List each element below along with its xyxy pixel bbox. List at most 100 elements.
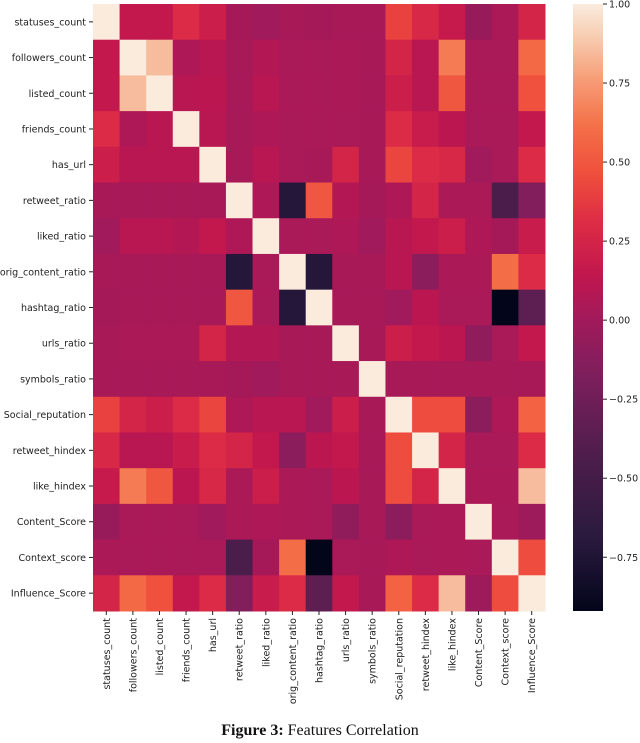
heatmap-cell-Context_score-friends_count [172, 539, 200, 576]
heatmap-cell-liked_ratio-urls_ratio [332, 218, 360, 255]
heatmap-cell-Content_Score-listed_count [146, 503, 174, 541]
row-label: followers_count [12, 53, 87, 64]
heatmap-cell-urls_ratio-Social_reputation [385, 325, 413, 362]
heatmap-cell-Social_reputation-friends_count [172, 396, 200, 433]
row-label: orig_content_ratio [0, 267, 86, 278]
heatmap-cell-like_hindex-like_hindex [438, 468, 466, 505]
heatmap-cell-urls_ratio-friends_count [172, 325, 200, 362]
heatmap-cell-orig_content_ratio-Context_score [491, 253, 519, 291]
heatmap-cell-Context_score-Context_score [491, 539, 519, 576]
column-label: Influence_Score [527, 618, 538, 693]
heatmap-cell-like_hindex-hashtag_ratio [305, 468, 333, 505]
heatmap-cell-Social_reputation-retweet_hindex [412, 396, 440, 433]
heatmap-cell-retweet_hindex-liked_ratio [252, 432, 280, 469]
heatmap-cell-orig_content_ratio-retweet_hindex [412, 253, 440, 291]
heatmap-cell-followers_count-statuses_count [93, 39, 121, 76]
heatmap-cell-Content_Score-orig_content_ratio [279, 503, 307, 541]
heatmap-cell-has_url-Context_score [491, 146, 519, 184]
heatmap-cell-Social_reputation-liked_ratio [252, 396, 280, 433]
heatmap-cell-liked_ratio-Social_reputation [385, 218, 413, 255]
heatmap-cell-retweet_ratio-symbols_ratio [358, 182, 386, 219]
heatmap-cell-Context_score-retweet_ratio [225, 539, 254, 576]
colorbar-tick-label: −0.25 [609, 395, 638, 406]
heatmap-cell-Content_Score-has_url [199, 503, 227, 541]
heatmap-cell-symbols_ratio-Social_reputation [385, 361, 413, 398]
heatmap-cell-liked_ratio-friends_count [172, 218, 200, 255]
heatmap-cell-statuses_count-listed_count [146, 4, 174, 41]
heatmap-cell-has_url-Social_reputation [385, 146, 413, 184]
heatmap-cell-Content_Score-friends_count [172, 503, 200, 541]
heatmap-cell-urls_ratio-hashtag_ratio [305, 325, 333, 362]
heatmap-cell-followers_count-like_hindex [438, 39, 466, 76]
heatmap-cell-orig_content_ratio-has_url [199, 253, 227, 291]
heatmap-cell-like_hindex-followers_count [119, 468, 147, 505]
heatmap-cell-retweet_hindex-retweet_ratio [225, 432, 254, 469]
heatmap-cell-retweet_ratio-Social_reputation [385, 182, 413, 219]
heatmap-cell-liked_ratio-statuses_count [93, 218, 121, 255]
heatmap-cell-statuses_count-statuses_count [93, 4, 121, 41]
heatmap-cell-symbols_ratio-retweet_hindex [412, 361, 440, 398]
heatmap-cell-like_hindex-Content_Score [465, 468, 493, 505]
row-label: Content_Score [17, 517, 86, 528]
heatmap-cell-has_url-retweet_hindex [412, 146, 440, 184]
heatmap-cell-symbols_ratio-Content_Score [465, 361, 493, 398]
heatmap-cell-friends_count-listed_count [146, 111, 174, 148]
heatmap-cell-urls_ratio-followers_count [119, 325, 147, 362]
heatmap-cell-retweet_ratio-friends_count [172, 182, 200, 219]
heatmap-cell-retweet_hindex-statuses_count [93, 432, 121, 469]
heatmap-cell-retweet_hindex-hashtag_ratio [305, 432, 333, 469]
heatmap-cell-Social_reputation-statuses_count [93, 396, 121, 433]
heatmap-cell-retweet_ratio-like_hindex [438, 182, 466, 219]
heatmap-cell-listed_count-listed_count [146, 75, 174, 112]
heatmap-cell-symbols_ratio-liked_ratio [252, 361, 280, 398]
column-label: Social_reputation [394, 618, 405, 700]
column-label: friends_count [182, 618, 193, 683]
heatmap-cell-has_url-like_hindex [438, 146, 466, 184]
heatmap-cell-like_hindex-orig_content_ratio [279, 468, 307, 505]
heatmap-cell-retweet_ratio-urls_ratio [332, 182, 360, 219]
heatmap-cell-symbols_ratio-Influence_Score [518, 361, 546, 398]
column-label: has_url [208, 618, 219, 652]
heatmap-cell-Influence_Score-urls_ratio [332, 575, 360, 612]
heatmap-cell-statuses_count-like_hindex [438, 4, 466, 41]
heatmap-cell-Content_Score-like_hindex [438, 503, 466, 541]
heatmap-cell-liked_ratio-like_hindex [438, 218, 466, 255]
heatmap-cell-has_url-Influence_Score [518, 146, 546, 184]
heatmap-cell-followers_count-friends_count [172, 39, 200, 76]
heatmap-cell-Context_score-Content_Score [465, 539, 493, 576]
heatmap-cell-Influence_Score-hashtag_ratio [305, 575, 333, 612]
heatmap-cell-Influence_Score-Content_Score [465, 575, 493, 612]
row-label: Influence_Score [11, 589, 86, 600]
row-label: Context_score [19, 553, 87, 564]
heatmap-cells [93, 4, 546, 612]
row-label: liked_ratio [37, 232, 86, 243]
heatmap-cell-retweet_ratio-orig_content_ratio [279, 182, 307, 219]
heatmap-cell-Context_score-has_url [199, 539, 227, 576]
heatmap-cell-statuses_count-hashtag_ratio [305, 4, 333, 41]
heatmap-cell-liked_ratio-has_url [199, 218, 227, 255]
heatmap-cell-like_hindex-retweet_ratio [225, 468, 254, 505]
heatmap-cell-friends_count-orig_content_ratio [279, 111, 307, 148]
colorbar-tick-label: 0.25 [609, 237, 630, 248]
heatmap-cell-Influence_Score-Social_reputation [385, 575, 413, 612]
colorbar-tick-label: −0.50 [609, 474, 638, 485]
heatmap-cell-Social_reputation-followers_count [119, 396, 147, 433]
heatmap-cell-urls_ratio-retweet_hindex [412, 325, 440, 362]
heatmap-cell-Influence_Score-like_hindex [438, 575, 466, 612]
heatmap-cell-retweet_hindex-Social_reputation [385, 432, 413, 469]
colorbar-tick-label: 0.75 [609, 79, 630, 90]
heatmap-cell-followers_count-retweet_hindex [412, 39, 440, 76]
heatmap-cell-hashtag_ratio-Content_Score [465, 289, 493, 326]
row-label: friends_count [22, 124, 87, 135]
heatmap-cell-retweet_hindex-friends_count [172, 432, 200, 469]
heatmap-cell-orig_content_ratio-friends_count [172, 253, 200, 291]
heatmap-cell-Content_Score-Content_Score [465, 503, 493, 541]
heatmap-cell-hashtag_ratio-like_hindex [438, 289, 466, 326]
heatmap-cell-Social_reputation-Influence_Score [518, 396, 546, 433]
heatmap-cell-liked_ratio-followers_count [119, 218, 147, 255]
heatmap-cell-Context_score-hashtag_ratio [305, 539, 333, 576]
row-label: symbols_ratio [20, 374, 86, 385]
column-label: urls_ratio [341, 618, 352, 662]
row-label: Social_reputation [4, 410, 86, 421]
heatmap-cell-statuses_count-followers_count [119, 4, 147, 41]
